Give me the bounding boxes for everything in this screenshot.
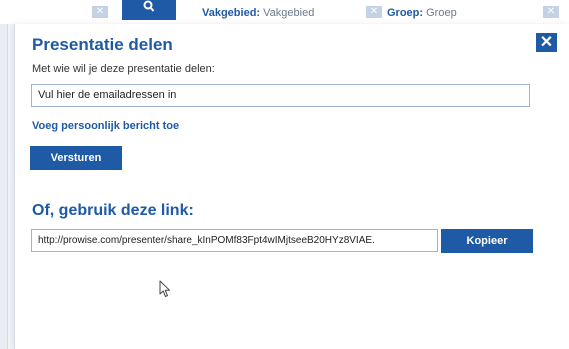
filter-label: Vakgebied: xyxy=(202,7,261,19)
filter-vakgebied: Vakgebied: Vakgebied xyxy=(202,7,314,19)
filter-value: Groep xyxy=(426,7,457,19)
clear-x-icon: ✕ xyxy=(366,6,382,18)
search-icon xyxy=(143,0,155,12)
close-icon: ✕ xyxy=(539,34,554,51)
clear-x-icon: ✕ xyxy=(543,6,559,18)
copy-button[interactable]: Kopieer xyxy=(441,229,533,253)
share-presentation-dialog: Presentatie delen ✕ Met wie wil je deze … xyxy=(14,24,569,349)
background-search-button xyxy=(122,0,176,20)
background-toolbar: ✕ Vakgebied: Vakgebied ✕ Groep: Groep ✕ xyxy=(0,0,569,24)
filter-value: Vakgebied xyxy=(263,7,315,19)
email-addresses-input[interactable]: Vul hier de emailadressen in xyxy=(31,84,530,107)
share-link-heading: Of, gebruik deze link: xyxy=(32,202,194,219)
filter-label: Groep: xyxy=(387,7,424,19)
filter-groep: Groep: Groep xyxy=(387,7,457,19)
share-link-field[interactable]: http://prowise.com/presenter/share_kInPO… xyxy=(31,229,438,252)
dialog-title: Presentatie delen xyxy=(32,35,173,54)
share-with-label: Met wie wil je deze presentatie delen: xyxy=(32,63,215,75)
close-button[interactable]: ✕ xyxy=(536,33,557,52)
clear-x-icon: ✕ xyxy=(92,6,108,18)
add-personal-message-link[interactable]: Voeg persoonlijk bericht toe xyxy=(32,120,179,132)
send-button[interactable]: Versturen xyxy=(30,146,122,170)
mouse-cursor-icon xyxy=(159,280,170,297)
background-sidebar-edge xyxy=(0,24,8,349)
